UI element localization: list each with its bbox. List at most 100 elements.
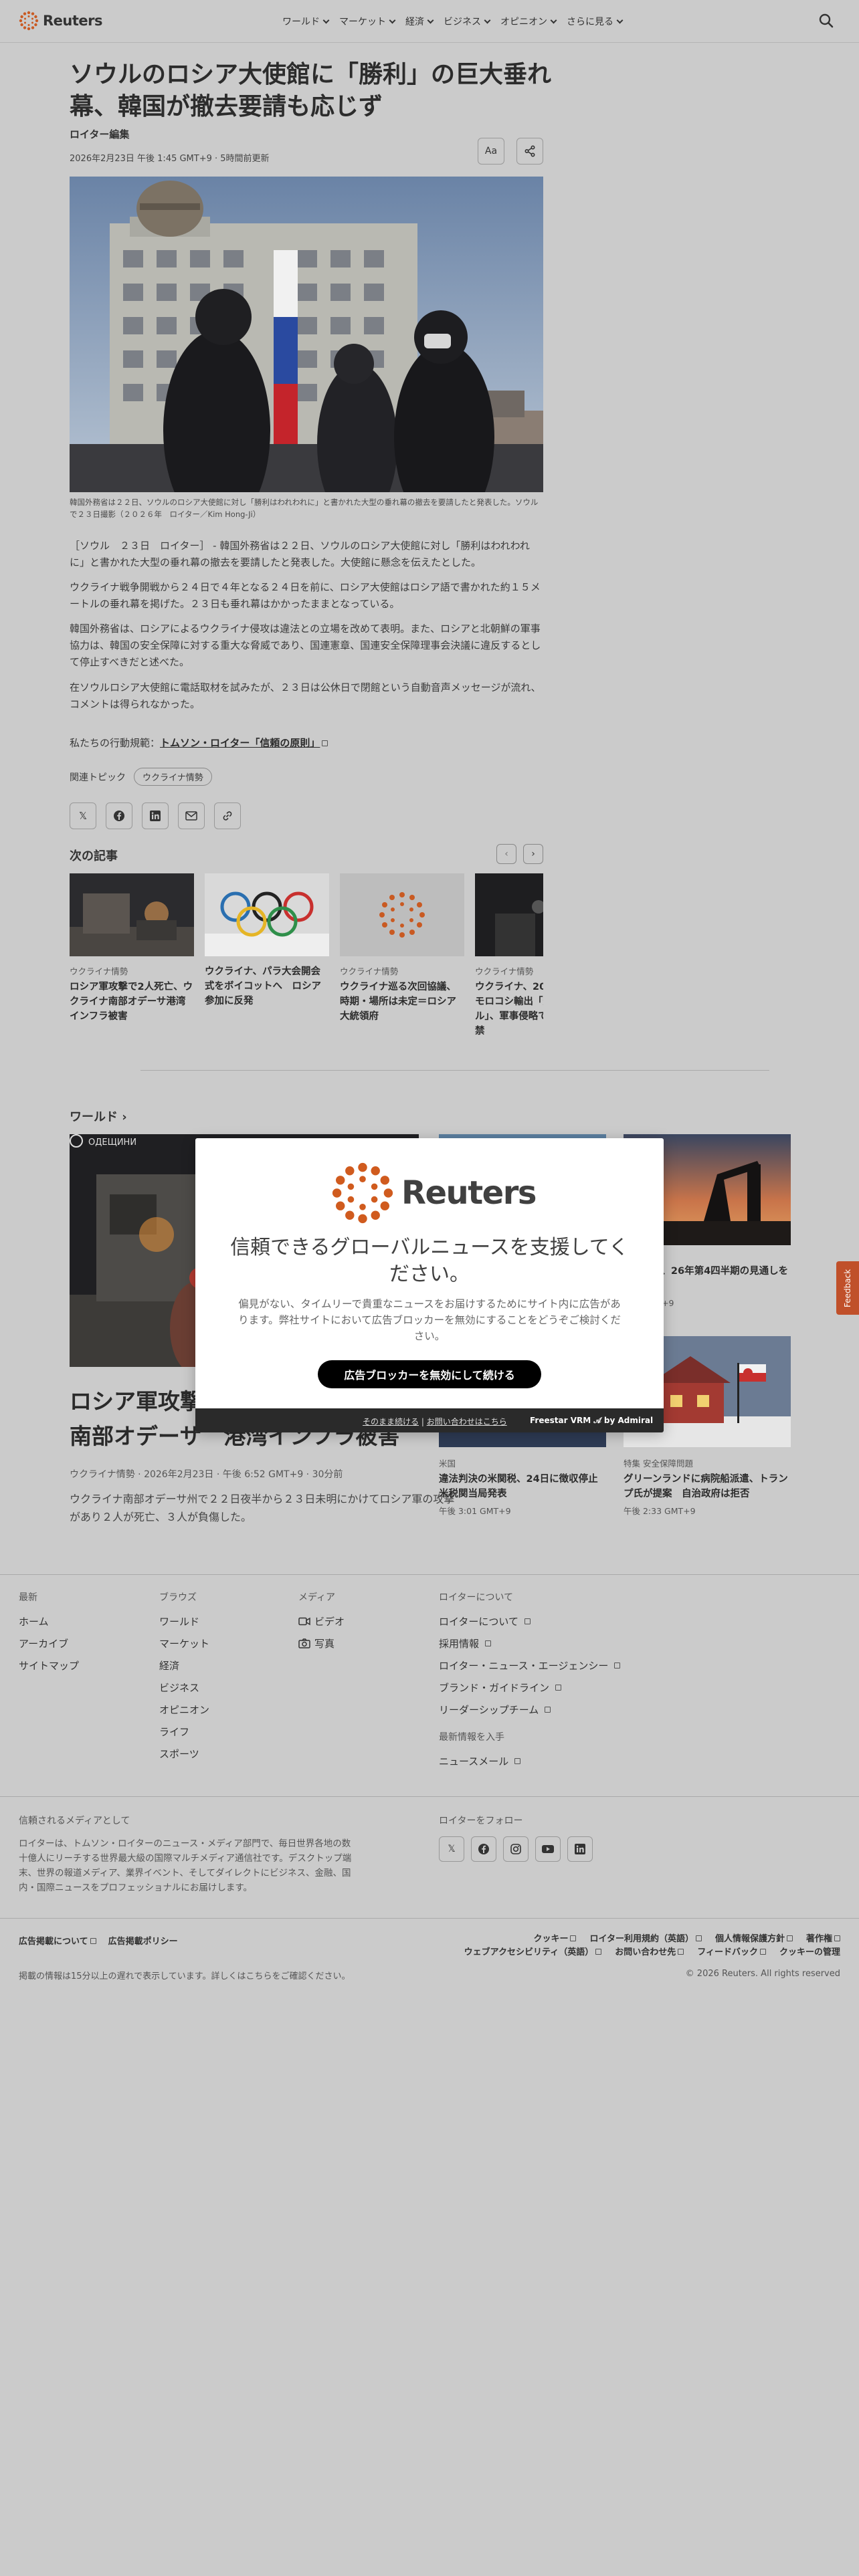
contact-link[interactable]: お問い合わせはこちら (427, 1417, 507, 1426)
footer-link[interactable]: アーカイブ (19, 1636, 79, 1650)
side-card-title[interactable]: 違法判決の米関税、24日に徴収停止 米税関当局発表 (439, 1472, 607, 1501)
footer-link-video[interactable]: ビデオ (298, 1614, 345, 1628)
share-button[interactable] (516, 138, 543, 165)
card-title[interactable]: ウクライナ、パラ大会開会式をボイコットへ ロシア参加に反発 (205, 964, 329, 1008)
footer-link[interactable]: ロイター・ニュース・エージェンシー (439, 1658, 621, 1673)
nav-more[interactable]: さらに見る (567, 15, 624, 28)
footer-link[interactable]: ロイターについて (439, 1614, 620, 1628)
footer-link[interactable]: ライフ (159, 1725, 209, 1739)
footer-link[interactable]: ホーム (19, 1614, 79, 1628)
chevron-down-icon (616, 17, 624, 23)
footer-link-newsletter[interactable]: ニュースメール (439, 1754, 620, 1768)
nav-business[interactable]: ビジネス (444, 15, 491, 28)
card-image (475, 873, 543, 956)
world-section-heading[interactable]: ワールド › (70, 1107, 127, 1125)
nav-world[interactable]: ワールド (282, 15, 330, 28)
topic-chip[interactable]: ウクライナ情勢 (134, 768, 212, 786)
legal-link[interactable]: ロイター利用規約（英語） (589, 1931, 702, 1944)
link-icon (223, 811, 232, 821)
article-byline[interactable]: ロイター編集 (70, 127, 129, 141)
modal-title: 信頼できるグローバルニュースを支援してください。 (230, 1236, 629, 1286)
continue-anyway-link[interactable]: そのまま続ける (363, 1417, 419, 1426)
article-paragraph: ウクライナ戦争開戦から２４日で４年となる２４日を前に、ロシア大使館はロシア語で書… (70, 581, 541, 610)
modal-footer: そのまま続ける | お問い合わせはこちら Freestar VRM 𝒜 by A… (195, 1408, 664, 1432)
next-article-card[interactable]: ウクライナ情勢 ウクライナ、2026年のトウモロコシ輸出「数十億ドル」、軍事侵略… (475, 873, 543, 1039)
disable-adblock-button[interactable]: 広告ブロッカーを無効にして続ける (318, 1360, 541, 1388)
share-copy-link-button[interactable] (214, 802, 241, 829)
search-icon[interactable] (818, 12, 835, 29)
social-instagram-button[interactable] (503, 1836, 529, 1862)
reuters-logo-text: Reuters (43, 13, 103, 29)
nav-opinion[interactable]: オピニオン (500, 15, 557, 28)
chevron-down-icon (427, 17, 434, 23)
next-articles-heading: 次の記事 (70, 849, 118, 863)
footer-col-heading: ブラウズ (159, 1592, 197, 1603)
card-title[interactable]: ロシア軍攻撃で2人死亡、ウクライナ南部オデーサ港湾インフラ被害 (70, 980, 194, 1024)
footer-link[interactable]: 経済 (159, 1658, 209, 1673)
footer-link[interactable]: ブランド・ガイドライン (439, 1681, 620, 1695)
legal-link[interactable]: 広告掲載について (19, 1934, 96, 1947)
side-card-kicker: 特集 安全保障問題 (624, 1459, 693, 1469)
external-link-icon (759, 1949, 766, 1955)
external-link-icon (555, 1685, 562, 1691)
external-link-icon (570, 1935, 577, 1941)
share-linkedin-button[interactable] (142, 802, 169, 829)
footer-link[interactable]: マーケット (159, 1636, 209, 1650)
legal-link[interactable]: お問い合わせ先 (615, 1945, 684, 1957)
side-card-title[interactable]: グリーンランドに病院船派遣、トランプ氏が提案 自治政府は拒否 (624, 1472, 791, 1501)
footer-link[interactable]: サイトマップ (19, 1658, 79, 1673)
nav-economy[interactable]: 経済 (405, 15, 434, 28)
nav-markets[interactable]: マーケット (339, 15, 396, 28)
delay-note[interactable]: 掲載の情報は15分以上の遅れで表示しています。詳しくはこちらをご確認ください。 (19, 1969, 350, 1981)
footer-link[interactable]: リーダーシップチーム (439, 1703, 620, 1717)
footer-link[interactable]: オピニオン (159, 1703, 209, 1717)
hero-caption: 韓国外務省は２２日、ソウルのロシア大使館に対し「勝利はわれわれに」と書かれた大型… (70, 498, 539, 519)
next-article-card[interactable]: ウクライナ情勢 ウクライナ巡る次回協議、時期・場所は未定＝ロシア大統領府 (340, 873, 464, 1024)
footer-link[interactable]: 採用情報 (439, 1636, 620, 1650)
reuters-logo[interactable]: Reuters (19, 11, 103, 31)
camera-icon (298, 1638, 310, 1648)
card-title[interactable]: ウクライナ、2026年のトウモロコシ輸出「数十億ドル」、軍事侵略で降下初の解禁 (475, 980, 543, 1039)
footer-link-photos[interactable]: 写真 (298, 1636, 345, 1650)
footer-col-heading: メディア (298, 1592, 336, 1603)
feedback-tab[interactable]: Feedback (836, 1261, 859, 1315)
trusted-media-body: ロイターは、トムソン・ロイターのニュース・メディア部門で、毎日世界各地の数十億人… (19, 1838, 352, 1893)
legal-link[interactable]: クッキーの管理 (779, 1945, 840, 1957)
legal-link[interactable]: 著作権 (806, 1931, 840, 1944)
footer-link[interactable]: ワールド (159, 1614, 209, 1628)
footer-link[interactable]: スポーツ (159, 1747, 209, 1761)
external-link-icon (595, 1949, 602, 1955)
next-article-card[interactable]: ウクライナ、パラ大会開会式をボイコットへ ロシア参加に反発 (205, 873, 329, 1008)
share-email-button[interactable] (178, 802, 205, 829)
nav-world-label: ワールド (282, 17, 320, 27)
share-facebook-button[interactable] (106, 802, 132, 829)
modal-reuters-logo: Reuters (330, 1161, 537, 1225)
text-size-button[interactable]: Aa (478, 138, 504, 165)
social-linkedin-button[interactable] (567, 1836, 593, 1862)
legal-link[interactable]: ウェブアクセシビリティ（英語） (464, 1945, 602, 1957)
image-watermark-text: ОДЕЩИНИ (88, 1138, 136, 1148)
principles-link[interactable]: トムソン・ロイター「信頼の原則」 (160, 737, 320, 749)
card-kicker: ウクライナ情勢 (340, 966, 399, 976)
article-dateline: 2026年2月23日 午後 1:45 GMT+9 · 5時間前更新 (70, 154, 270, 164)
legal-links-right: クッキー ロイター利用規約（英語） 個人情報保護方針 著作権 (533, 1931, 840, 1944)
carousel-next-button[interactable]: › (523, 844, 543, 864)
legal-link[interactable]: クッキー (533, 1931, 577, 1944)
social-x-button[interactable]: 𝕏 (439, 1836, 464, 1862)
social-youtube-button[interactable] (535, 1836, 561, 1862)
card-title[interactable]: ウクライナ巡る次回協議、時期・場所は未定＝ロシア大統領府 (340, 980, 464, 1024)
modal-provider-brand[interactable]: Freestar VRM 𝒜 by Admiral (530, 1416, 653, 1426)
legal-link[interactable]: 広告掲載ポリシー (108, 1934, 178, 1947)
top-nav-bar: Reuters ワールド マーケット 経済 ビジネス オピニオン さらに見る (0, 0, 859, 43)
social-facebook-button[interactable] (471, 1836, 496, 1862)
legal-link[interactable]: フィードバック (697, 1945, 766, 1957)
side-card-kicker: 米国 (439, 1459, 456, 1469)
next-article-card[interactable]: ウクライナ情勢 ロシア軍攻撃で2人死亡、ウクライナ南部オデーサ港湾インフラ被害 (70, 873, 194, 1024)
modal-logo-text: Reuters (401, 1174, 537, 1212)
related-topics: 関連トピック ウクライナ情勢 (70, 768, 212, 786)
share-x-button[interactable]: 𝕏 (70, 802, 96, 829)
footer-link[interactable]: ビジネス (159, 1681, 209, 1695)
page: Reuters ワールド マーケット 経済 ビジネス オピニオン さらに見る ソ… (0, 0, 859, 2576)
carousel-prev-button[interactable]: ‹ (496, 844, 516, 864)
legal-link[interactable]: 個人情報保護方針 (715, 1931, 793, 1944)
